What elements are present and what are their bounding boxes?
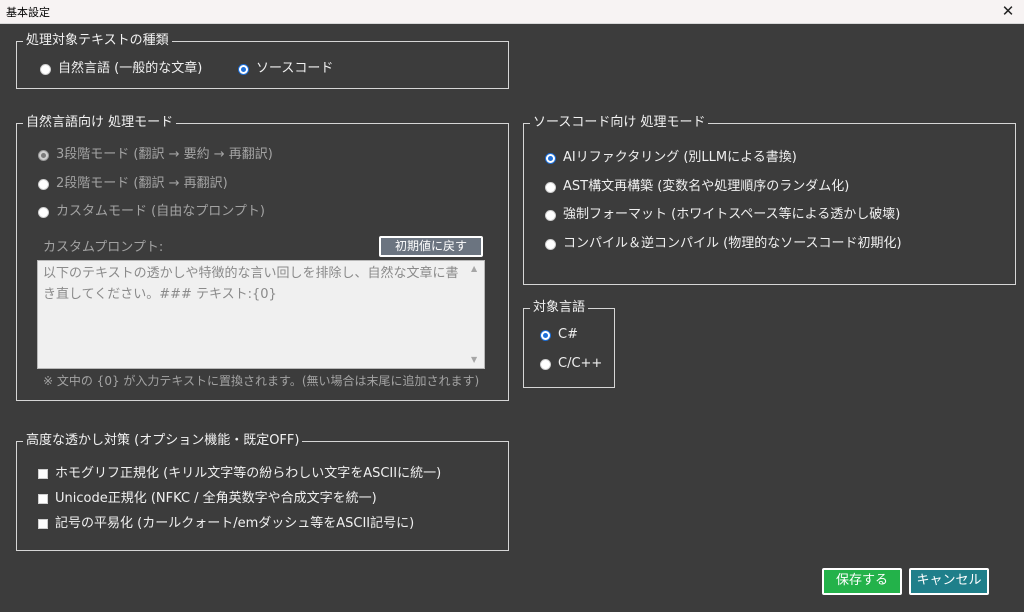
target-type-legend: 処理対象テキストの種類 bbox=[23, 33, 172, 49]
radio-button-checked[interactable] bbox=[540, 329, 551, 341]
language-legend: 対象言語 bbox=[530, 300, 589, 316]
radio-button-checked[interactable] bbox=[38, 149, 49, 161]
checkbox[interactable] bbox=[38, 519, 48, 529]
radio-label: カスタムモード (自由なプロンプト) bbox=[56, 204, 265, 219]
radio-label: 3段階モード (翻訳 → 要約 → 再翻訳) bbox=[56, 147, 273, 162]
radio-label: AST構文再構築 (変数名や処理順序のランダム化) bbox=[563, 179, 850, 194]
checkbox[interactable] bbox=[38, 494, 48, 504]
radio-c-cpp[interactable]: C/C++ bbox=[540, 356, 602, 372]
radio-label: 自然言語 (一般的な文章) bbox=[58, 61, 203, 76]
textarea-scrollbar[interactable]: ▲ ▼ bbox=[468, 261, 484, 368]
checkbox-label: Unicode正規化 (NFKC / 全角英数字や合成文字を統一) bbox=[55, 491, 377, 506]
checkbox-symbols[interactable]: 記号の平易化 (カールクォート/emダッシュ等をASCII記号に) bbox=[38, 516, 414, 532]
radio-button-checked[interactable] bbox=[545, 152, 556, 164]
save-button[interactable]: 保存する bbox=[822, 568, 902, 595]
scroll-up-icon[interactable]: ▲ bbox=[471, 264, 477, 274]
radio-label: 2段階モード (翻訳 → 再翻訳) bbox=[56, 176, 228, 191]
radio-label: C/C++ bbox=[558, 356, 603, 371]
radio-label: コンパイル＆逆コンパイル (物理的なソースコード初期化) bbox=[563, 236, 902, 251]
radio-two-stage[interactable]: 2段階モード (翻訳 → 再翻訳) bbox=[38, 176, 228, 192]
scroll-down-icon[interactable]: ▼ bbox=[471, 355, 477, 365]
radio-button[interactable] bbox=[38, 178, 49, 190]
reset-default-button[interactable]: 初期値に戻す bbox=[379, 236, 483, 257]
custom-prompt-label: カスタムプロンプト: bbox=[43, 240, 164, 255]
radio-button-checked[interactable] bbox=[238, 63, 249, 75]
checkbox-label: ホモグリフ正規化 (キリル文字等の紛らわしい文字をASCIIに統一) bbox=[55, 466, 442, 481]
checkbox-homoglyph[interactable]: ホモグリフ正規化 (キリル文字等の紛らわしい文字をASCIIに統一) bbox=[38, 466, 441, 482]
close-icon[interactable]: ✕ bbox=[1000, 2, 1016, 20]
code-mode-legend: ソースコード向け 処理モード bbox=[530, 115, 709, 131]
radio-button[interactable] bbox=[545, 238, 556, 250]
language-group: 対象言語 C# C/C++ bbox=[523, 300, 615, 388]
cancel-button[interactable]: キャンセル bbox=[909, 568, 989, 595]
radio-label: AIリファクタリング (別LLMによる書換) bbox=[563, 150, 797, 165]
window-title: 基本設定 bbox=[6, 6, 50, 19]
title-bar: 基本設定 ✕ bbox=[0, 0, 1024, 24]
radio-source-code[interactable]: ソースコード bbox=[238, 61, 333, 77]
radio-button[interactable] bbox=[545, 181, 556, 193]
radio-label: C# bbox=[558, 327, 578, 342]
advanced-legend: 高度な透かし対策 (オプション機能・既定OFF) bbox=[23, 433, 303, 449]
checkbox-label: 記号の平易化 (カールクォート/emダッシュ等をASCII記号に) bbox=[55, 516, 415, 531]
radio-button[interactable] bbox=[40, 63, 51, 75]
custom-prompt-textarea[interactable]: 以下のテキストの透かしや特徴的な言い回しを排除し、自然な文章に書き直してください… bbox=[37, 260, 485, 369]
custom-prompt-text: 以下のテキストの透かしや特徴的な言い回しを排除し、自然な文章に書き直してください… bbox=[43, 266, 459, 302]
radio-label: 強制フォーマット (ホワイトスペース等による透かし破壊) bbox=[563, 207, 901, 222]
radio-csharp[interactable]: C# bbox=[540, 327, 578, 343]
radio-button[interactable] bbox=[38, 206, 49, 218]
radio-label: ソースコード bbox=[256, 61, 334, 76]
radio-natural-language[interactable]: 自然言語 (一般的な文章) bbox=[40, 61, 202, 77]
advanced-group: 高度な透かし対策 (オプション機能・既定OFF) ホモグリフ正規化 (キリル文字… bbox=[16, 433, 509, 551]
radio-custom-mode[interactable]: カスタムモード (自由なプロンプト) bbox=[38, 204, 265, 220]
placeholder-note: ※ 文中の {0} が入力テキストに置換されます。(無い場合は末尾に追加されます… bbox=[43, 374, 480, 388]
checkbox-unicode[interactable]: Unicode正規化 (NFKC / 全角英数字や合成文字を統一) bbox=[38, 491, 377, 507]
radio-button[interactable] bbox=[540, 358, 551, 370]
radio-ast-rebuild[interactable]: AST構文再構築 (変数名や処理順序のランダム化) bbox=[545, 179, 849, 195]
target-type-group: 処理対象テキストの種類 自然言語 (一般的な文章) ソースコード bbox=[16, 33, 509, 89]
checkbox[interactable] bbox=[38, 469, 48, 479]
radio-three-stage[interactable]: 3段階モード (翻訳 → 要約 → 再翻訳) bbox=[38, 147, 273, 163]
radio-button[interactable] bbox=[545, 209, 556, 221]
code-mode-group: ソースコード向け 処理モード AIリファクタリング (別LLMによる書換) AS… bbox=[523, 115, 1016, 285]
radio-ai-refactoring[interactable]: AIリファクタリング (別LLMによる書換) bbox=[545, 150, 797, 166]
radio-forced-format[interactable]: 強制フォーマット (ホワイトスペース等による透かし破壊) bbox=[545, 207, 900, 223]
radio-compile-decompile[interactable]: コンパイル＆逆コンパイル (物理的なソースコード初期化) bbox=[545, 236, 902, 252]
natural-mode-legend: 自然言語向け 処理モード bbox=[23, 115, 177, 131]
